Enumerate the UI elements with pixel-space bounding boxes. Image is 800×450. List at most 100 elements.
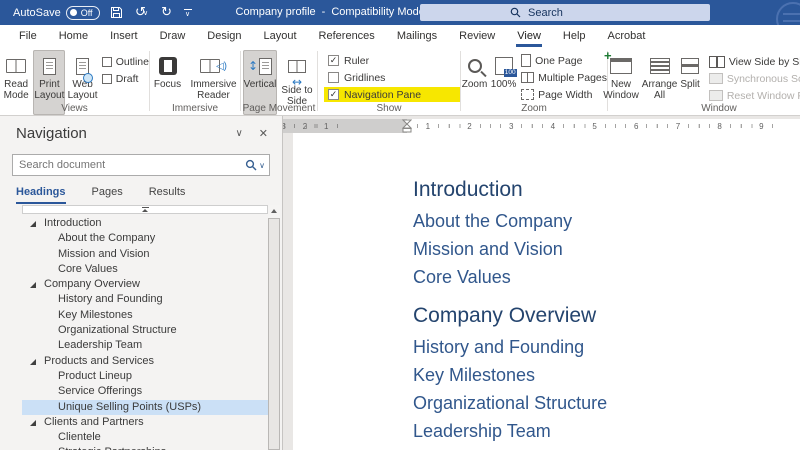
- view-side-by-side-button[interactable]: View Side by Side: [708, 54, 800, 69]
- outline-button[interactable]: Outline: [101, 54, 149, 69]
- show-group-label: Show: [376, 103, 402, 114]
- navigation-tab[interactable]: Headings: [16, 186, 66, 204]
- checkbox-label: Ruler: [344, 54, 370, 67]
- heading-label: Clients and Partners: [44, 415, 144, 428]
- autosave-state: Off: [80, 7, 93, 18]
- ribbon-tab[interactable]: Insert: [99, 25, 149, 47]
- autosave-toggle[interactable]: AutoSave Off: [13, 5, 100, 20]
- document-page[interactable]: Introduction About the Company Mission a…: [293, 133, 800, 450]
- heading-tree-item[interactable]: Service Offerings: [22, 384, 268, 399]
- ribbon-tab[interactable]: Help: [552, 25, 597, 47]
- collapse-triangle-icon[interactable]: [30, 221, 36, 227]
- ruler-number: 4: [548, 121, 558, 131]
- heading-tree-item[interactable]: Mission and Vision: [22, 247, 268, 262]
- headings-list: Introduction About the Company Mission a…: [0, 204, 282, 450]
- ribbon-tab[interactable]: Draw: [149, 25, 197, 47]
- heading-tree-item[interactable]: History and Founding: [22, 292, 268, 307]
- navigation-tab[interactable]: Results: [149, 186, 186, 204]
- heading-tree-item[interactable]: Organizational Structure: [22, 323, 268, 338]
- undo-icon[interactable]: ↺ ∨: [134, 5, 150, 21]
- read-mode-icon: [6, 53, 27, 79]
- heading-tree-item[interactable]: Introduction: [22, 216, 268, 231]
- autosave-label: AutoSave: [13, 6, 61, 19]
- jump-to-top-control[interactable]: [22, 205, 268, 214]
- heading-tree-item[interactable]: Leadership Team: [22, 338, 268, 353]
- document-content: Introduction About the Company Mission a…: [293, 133, 800, 443]
- customize-quick-access-icon[interactable]: ∨: [183, 8, 192, 18]
- ribbon-tab[interactable]: View: [506, 25, 552, 47]
- heading-label: Core Values: [58, 262, 118, 275]
- collapse-triangle-icon[interactable]: [30, 419, 36, 426]
- heading-tree-item[interactable]: Products and Services: [22, 354, 268, 369]
- search-document-icon[interactable]: ∨: [245, 159, 265, 171]
- heading-label: Introduction: [44, 217, 102, 229]
- nav-scrollbar[interactable]: [268, 205, 280, 450]
- collapse-triangle-icon[interactable]: [30, 282, 36, 289]
- document-search-field[interactable]: ∨: [12, 154, 270, 176]
- scrollbar-thumb[interactable]: [268, 218, 280, 450]
- zoom-icon: [467, 53, 482, 79]
- search-box[interactable]: Search: [420, 4, 710, 21]
- navigation-tab[interactable]: Pages: [92, 186, 123, 204]
- ruler-number: 5: [590, 121, 599, 131]
- ribbon-tab[interactable]: Layout: [253, 25, 308, 47]
- checkbox-icon[interactable]: [328, 55, 339, 66]
- show-checkbox-row[interactable]: Navigation Pane: [324, 87, 460, 102]
- document-heading[interactable]: Mission and Vision: [413, 238, 800, 261]
- heading-tree-item[interactable]: Clientele: [22, 430, 268, 445]
- document-name: Company profile: [235, 6, 316, 18]
- redo-icon[interactable]: ↻: [159, 5, 175, 21]
- views-group-label: Views: [61, 103, 88, 114]
- document-heading[interactable]: Core Values: [413, 266, 800, 289]
- ribbon-tab[interactable]: Design: [196, 25, 252, 47]
- document-heading[interactable]: Company Overview: [413, 303, 800, 329]
- document-heading[interactable]: History and Founding: [413, 336, 800, 359]
- heading-tree-item[interactable]: Key Milestones: [22, 308, 268, 323]
- document-heading[interactable]: Introduction: [413, 177, 800, 203]
- heading-tree-item[interactable]: Product Lineup: [22, 369, 268, 384]
- checkbox-icon[interactable]: [328, 72, 339, 83]
- document-heading[interactable]: Leadership Team: [413, 420, 800, 443]
- scroll-up-icon[interactable]: [268, 205, 280, 217]
- page-width-icon: [521, 89, 535, 100]
- heading-tree-item[interactable]: Core Values: [22, 262, 268, 277]
- heading-label: History and Founding: [58, 293, 163, 306]
- ribbon-tab[interactable]: Review: [448, 25, 506, 47]
- document-heading[interactable]: Organizational Structure: [413, 392, 800, 415]
- autosave-pill[interactable]: Off: [65, 5, 100, 20]
- search-icon: [510, 7, 521, 18]
- ribbon-tab[interactable]: References: [308, 25, 386, 47]
- heading-tree-item[interactable]: Unique Selling Points (USPs): [22, 399, 268, 415]
- ribbon-tab[interactable]: Acrobat: [597, 25, 657, 47]
- search-placeholder: Search: [528, 6, 563, 19]
- quick-access-toolbar: AutoSave Off ↺ ∨ ↻ ∨: [13, 5, 192, 21]
- ribbon-tab[interactable]: File: [8, 25, 48, 47]
- ruler-number: 3: [506, 121, 516, 131]
- collapse-triangle-icon[interactable]: [30, 358, 36, 365]
- heading-tree-item[interactable]: Company Overview: [22, 277, 268, 292]
- horizontal-ruler[interactable]: 321 1 2 3 4 5 6 7 8 9: [283, 119, 800, 133]
- heading-tree-item[interactable]: About the Company: [22, 231, 268, 246]
- checkbox-icon[interactable]: [328, 89, 339, 100]
- indent-marker-icon[interactable]: [402, 119, 412, 133]
- document-heading[interactable]: Key Milestones: [413, 364, 800, 387]
- ruler-number: 8: [715, 121, 724, 131]
- one-page-button[interactable]: One Page: [521, 53, 607, 68]
- multiple-pages-button[interactable]: Multiple Pages: [521, 70, 607, 85]
- ribbon-tab[interactable]: Home: [48, 25, 99, 47]
- search-document-input[interactable]: [13, 159, 246, 171]
- page-width-button[interactable]: Page Width: [521, 87, 607, 102]
- zoom-group-label: Zoom: [521, 103, 547, 114]
- pane-close-icon[interactable]: ✕: [255, 127, 272, 140]
- save-icon[interactable]: [109, 5, 125, 21]
- show-checkbox-row[interactable]: Ruler: [324, 53, 460, 68]
- pane-options-chevron-icon[interactable]: ∨: [223, 128, 254, 139]
- web-layout-icon: [76, 53, 94, 83]
- document-heading[interactable]: About the Company: [413, 210, 800, 233]
- draft-button[interactable]: Draft: [101, 71, 149, 86]
- show-checkbox-row[interactable]: Gridlines: [324, 70, 460, 85]
- heading-tree-item[interactable]: Strategic Partnerships: [22, 445, 268, 450]
- ribbon-tab[interactable]: Mailings: [386, 25, 448, 47]
- heading-tree-item[interactable]: Clients and Partners: [22, 415, 268, 430]
- ruler-number: 6: [632, 121, 641, 131]
